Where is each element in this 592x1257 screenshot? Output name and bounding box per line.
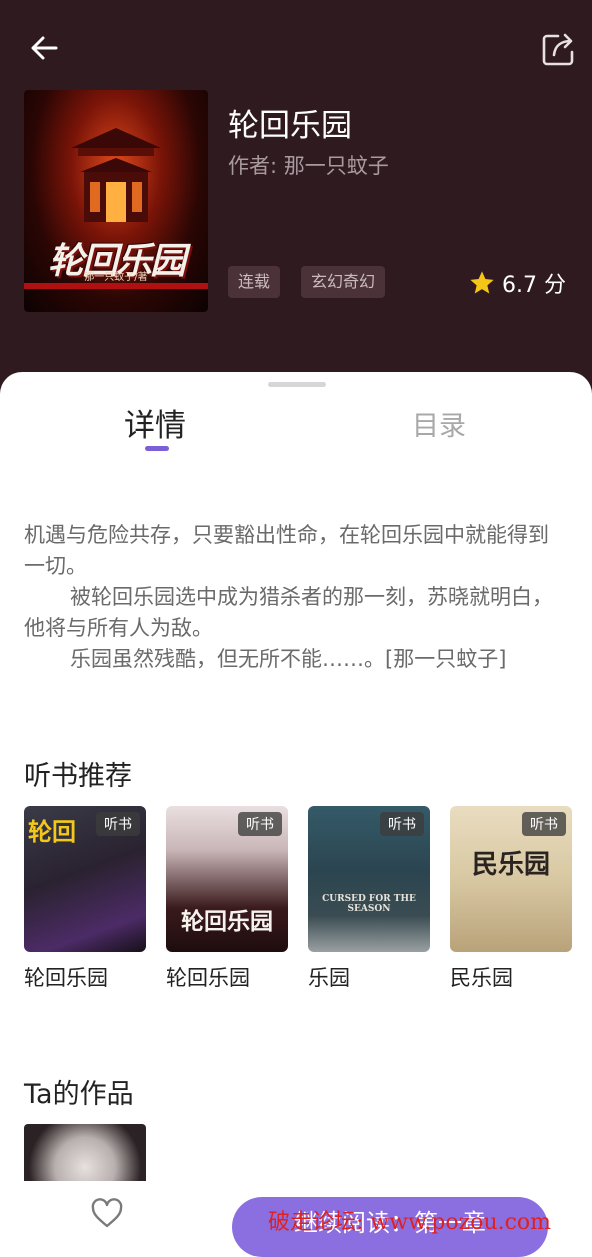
book-author[interactable]: 作者: 那一只蚊子 xyxy=(228,150,389,180)
synopsis-paragraph: 机遇与危险共存，只要豁出性命，在轮回乐园中就能得到一切。 xyxy=(24,523,549,578)
share-icon[interactable] xyxy=(538,30,578,70)
recommend-cover-text: 轮回乐园 xyxy=(181,908,273,935)
recommend-cover: 轮回 听书 xyxy=(24,806,146,952)
works-section-title: Ta的作品 xyxy=(24,1079,134,1110)
recommend-card[interactable]: 轮回乐园 听书 轮回乐园 xyxy=(166,806,288,992)
star-icon xyxy=(470,271,494,294)
recommend-card[interactable]: 轮回 听书 轮回乐园 xyxy=(24,806,146,992)
tab-indicator xyxy=(145,446,169,451)
recommend-title: 轮回乐园 xyxy=(24,966,108,990)
recommend-card[interactable]: CURSED FOR THE SEASON 听书 乐园 xyxy=(308,806,430,992)
drag-handle[interactable] xyxy=(268,382,326,387)
heart-icon[interactable] xyxy=(90,1197,124,1229)
temple-illustration xyxy=(71,128,161,222)
recommend-cover: 轮回乐园 听书 xyxy=(166,806,288,952)
author-work-cover[interactable] xyxy=(24,1124,146,1186)
tab-toc[interactable]: 目录 xyxy=(412,404,466,443)
detail-sheet: 详情 目录 机遇与危险共存，只要豁出性命，在轮回乐园中就能得到一切。 被轮回乐园… xyxy=(0,372,592,1235)
audiobook-badge: 听书 xyxy=(522,812,566,836)
recommend-cover: 民乐园 听书 xyxy=(450,806,572,952)
audiobook-badge: 听书 xyxy=(96,812,140,836)
watermark-text: 破走论坛: www.pozou.com xyxy=(268,1210,552,1235)
recommend-title: 民乐园 xyxy=(450,966,513,990)
cover-author-text: 那一只蚊子/著 xyxy=(84,272,148,283)
recommend-card[interactable]: 民乐园 听书 民乐园 xyxy=(450,806,572,992)
recommend-title: 乐园 xyxy=(308,966,350,990)
tab-details[interactable]: 详情 xyxy=(124,400,186,445)
recommend-cover-text: CURSED FOR THE SEASON xyxy=(322,894,416,914)
synopsis: 机遇与危险共存，只要豁出性命，在轮回乐园中就能得到一切。 被轮回乐园选中成为猎杀… xyxy=(24,520,569,675)
back-arrow-icon[interactable] xyxy=(26,30,62,66)
recommend-section-title: 听书推荐 xyxy=(24,761,132,792)
audiobook-badge: 听书 xyxy=(380,812,424,836)
book-cover[interactable]: 轮回乐园 那一只蚊子/著 xyxy=(24,90,208,312)
rating-value: 6.7 分 xyxy=(502,273,566,298)
audiobook-badge: 听书 xyxy=(238,812,282,836)
book-title: 轮回乐园 xyxy=(228,108,352,144)
recommend-title: 轮回乐园 xyxy=(166,966,250,990)
recommend-cover: CURSED FOR THE SEASON 听书 xyxy=(308,806,430,952)
tag-genre[interactable]: 玄幻奇幻 xyxy=(301,266,386,298)
cover-band xyxy=(24,283,208,289)
rating: 6.7 分 xyxy=(468,266,566,300)
recommend-cover-text: 民乐园 xyxy=(471,850,550,880)
synopsis-paragraph: 乐园虽然残酷，但无所不能……。[那一只蚊子] xyxy=(70,647,507,671)
tag-serializing[interactable]: 连载 xyxy=(228,266,281,298)
synopsis-paragraph: 被轮回乐园选中成为猎杀者的那一刻，苏晓就明白，他将与所有人为敌。 xyxy=(24,585,553,640)
